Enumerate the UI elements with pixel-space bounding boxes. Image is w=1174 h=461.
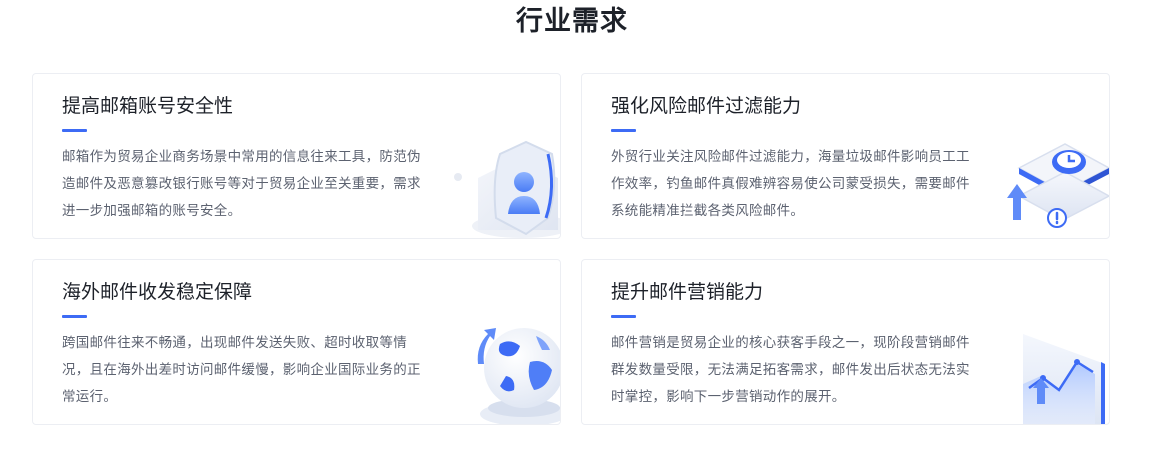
card-account-security: 提高邮箱账号安全性 邮箱作为贸易企业商务场景中常用的信息往来工具，防范伪造邮件及… bbox=[32, 73, 561, 239]
filter-alert-icon bbox=[1007, 143, 1109, 228]
card-description: 邮件营销是贸易企业的核心获客手段之一，现阶段营销邮件群发数量受限，无法满足拓客需… bbox=[611, 335, 970, 405]
section-title: 行业需求 bbox=[516, 6, 628, 37]
globe-icon bbox=[477, 328, 560, 424]
card-description: 邮箱作为贸易企业商务场景中常用的信息往来工具，防范伪造邮件及恶意篡改银行账号等对… bbox=[62, 149, 421, 219]
accent-bar bbox=[62, 315, 87, 318]
card-title: 强化风险邮件过滤能力 bbox=[611, 95, 802, 117]
accent-bar bbox=[611, 129, 636, 132]
card-risk-filtering: 强化风险邮件过滤能力 外贸行业关注风险邮件过滤能力，海量垃圾邮件影响员工工作效率… bbox=[581, 73, 1110, 239]
card-description: 跨国邮件往来不畅通，出现邮件发送失败、超时收取等情况，且在海外出差时访问邮件缓慢… bbox=[62, 335, 421, 405]
card-title: 提高邮箱账号安全性 bbox=[62, 95, 234, 117]
card-email-marketing: 提升邮件营销能力 邮件营销是贸易企业的核心获客手段之一，现阶段营销邮件群发数量受… bbox=[581, 259, 1110, 425]
card-title: 海外邮件收发稳定保障 bbox=[62, 281, 253, 303]
accent-bar bbox=[611, 315, 636, 318]
accent-bar bbox=[62, 129, 87, 132]
card-description: 外贸行业关注风险邮件过滤能力，海量垃圾邮件影响员工工作效率，钓鱼邮件真假难辨容易… bbox=[611, 149, 970, 219]
card-title: 提升邮件营销能力 bbox=[611, 281, 764, 303]
marketing-chart-icon bbox=[1023, 334, 1105, 424]
card-overseas-delivery: 海外邮件收发稳定保障 跨国邮件往来不畅通，出现邮件发送失败、超时收取等情况，且在… bbox=[32, 259, 561, 425]
security-shield-icon bbox=[454, 140, 560, 238]
